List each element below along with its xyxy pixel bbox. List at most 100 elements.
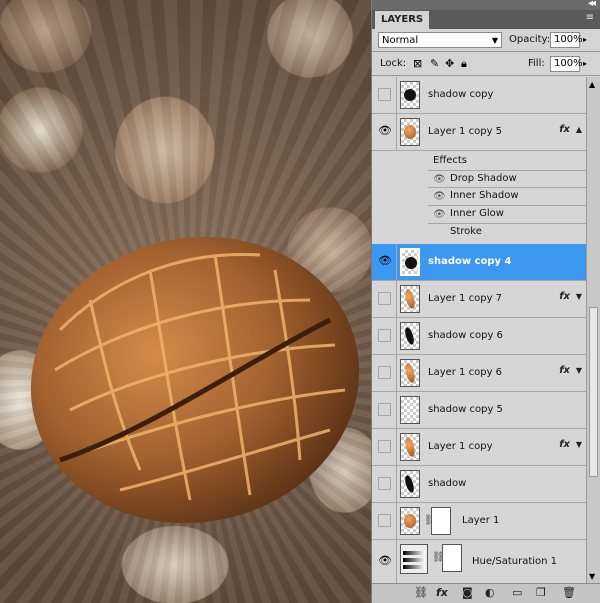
effect-row[interactable]: 👁︎ Drop Shadow [428, 170, 586, 188]
opacity-field[interactable]: 100% ▸ [550, 32, 587, 48]
visibility-toggle[interactable] [378, 292, 391, 305]
fx-icon[interactable]: fx [559, 439, 570, 450]
new-layer-icon[interactable]: ❐ [536, 586, 546, 599]
fill-label: Fill: [528, 58, 545, 69]
lock-position-icon[interactable]: ✥ [445, 57, 454, 70]
layer-row[interactable]: 👁︎ Layer 1 copy 5 fx ▲ [372, 114, 586, 151]
layer-name: Hue/Saturation 1 [472, 556, 558, 567]
layer-row[interactable]: shadow copy [372, 77, 586, 114]
divider [396, 503, 397, 539]
expand-effects-icon[interactable]: ▼ [576, 292, 582, 301]
layer-thumbnail [400, 470, 420, 498]
divider [396, 392, 397, 428]
effect-row[interactable]: Stroke [428, 224, 586, 242]
layer-thumbnail [400, 359, 420, 387]
link-layers-icon[interactable]: ⛓︎ [414, 586, 428, 599]
layer-row[interactable]: Layer 1 copy 7 fx ▼ [372, 281, 586, 318]
effects-header: Effects [433, 155, 467, 166]
divider [396, 429, 397, 465]
effect-row[interactable]: 👁︎ Inner Glow [428, 206, 586, 224]
eye-icon[interactable]: 👁︎ [433, 209, 446, 220]
eye-icon[interactable]: 👁︎ [433, 174, 446, 185]
layer-row[interactable]: Layer 1 copy 6 fx ▼ [372, 355, 586, 392]
visibility-toggle[interactable] [378, 477, 391, 490]
layer-row[interactable]: shadow copy 6 [372, 318, 586, 355]
layer-row[interactable]: ⛓︎ Layer 1 [372, 503, 586, 540]
eye-icon[interactable]: 👁︎ [378, 255, 392, 268]
fill-field[interactable]: 100% ▸ [550, 56, 587, 72]
visibility-toggle[interactable] [378, 329, 391, 342]
layer-thumbnail [400, 396, 420, 424]
layer-name: shadow copy 4 [428, 256, 512, 267]
fx-icon[interactable]: fx [559, 365, 570, 376]
collapse-icon[interactable]: ◂◂ [588, 0, 596, 9]
fx-icon[interactable]: fx [559, 291, 570, 302]
panel-menu-icon[interactable]: ≡ [586, 12, 594, 23]
visibility-toggle[interactable] [378, 403, 391, 416]
effect-name: Stroke [450, 226, 482, 237]
layer-thumbnail [400, 322, 420, 350]
collapse-effects-icon[interactable]: ▲ [576, 125, 582, 134]
chevron-right-icon[interactable]: ▸ [583, 33, 587, 47]
layer-row[interactable]: shadow [372, 466, 586, 503]
add-layer-style-icon[interactable]: fx [436, 586, 448, 599]
eye-icon[interactable]: 👁︎ [378, 125, 392, 138]
layer-row[interactable]: Layer 1 copy fx ▼ [372, 429, 586, 466]
chevron-right-icon[interactable]: ▸ [583, 57, 587, 71]
effects-group: Effects 👁︎ Drop Shadow 👁︎ Inner Shadow 👁… [372, 151, 586, 243]
layer-row[interactable]: shadow copy 5 [372, 392, 586, 429]
layer-thumbnail [400, 433, 420, 461]
eye-icon[interactable]: 👁︎ [433, 191, 446, 202]
lock-label: Lock: [380, 58, 407, 69]
add-mask-icon[interactable]: ◙ [462, 586, 473, 599]
opacity-value: 100% [554, 34, 583, 45]
scrollbar-thumb[interactable] [589, 307, 598, 477]
lock-paint-icon[interactable]: ✎ [430, 57, 439, 70]
panel-bottom-toolbar: ⛓︎ fx ◙ ◐ ▭ ❐ 🗑︎ [372, 583, 600, 603]
visibility-toggle[interactable] [378, 440, 391, 453]
layer-row[interactable]: 👁︎ ⛓︎ Hue/Saturation 1 [372, 540, 586, 584]
layer-name: Layer 1 copy [428, 441, 493, 452]
divider [372, 51, 600, 52]
eye-icon[interactable]: 👁︎ [378, 555, 392, 568]
expand-effects-icon[interactable]: ▼ [576, 440, 582, 449]
panel-title-bar[interactable]: ◂◂ [372, 0, 600, 10]
effect-row[interactable]: 👁︎ Inner Shadow [428, 188, 586, 206]
fx-icon[interactable]: fx [559, 124, 570, 135]
lock-all-icon[interactable]: 🔒︎ [461, 57, 467, 71]
visibility-toggle[interactable] [378, 514, 391, 527]
divider [372, 75, 600, 76]
layers-panel: ◂◂ LAYERS ≡ Normal ▼ Opacity: 100% ▸ Loc… [371, 0, 600, 603]
new-adjustment-layer-icon[interactable]: ◐ [485, 586, 495, 599]
layer-thumbnail [400, 285, 420, 313]
layer-thumbnail [400, 248, 420, 276]
trash-icon[interactable]: 🗑︎ [562, 586, 576, 599]
new-group-icon[interactable]: ▭ [512, 586, 522, 599]
layer-name: Layer 1 [462, 515, 500, 526]
layers-scrollbar[interactable]: ▲ ▼ [586, 77, 600, 584]
blend-mode-select[interactable]: Normal ▼ [378, 32, 502, 48]
tab-layers[interactable]: LAYERS [375, 11, 430, 29]
lock-transparent-icon[interactable]: ⊠ [413, 57, 422, 70]
layer-mask-thumbnail[interactable] [442, 544, 462, 572]
opacity-label: Opacity: [509, 34, 551, 45]
divider [396, 114, 397, 150]
visibility-toggle[interactable] [378, 366, 391, 379]
expand-effects-icon[interactable]: ▼ [576, 366, 582, 375]
layer-thumbnail [400, 118, 420, 146]
divider [396, 244, 397, 280]
layer-name: shadow copy [428, 89, 494, 100]
scroll-up-icon[interactable]: ▲ [589, 80, 595, 89]
document-canvas[interactable] [0, 0, 371, 603]
divider [396, 355, 397, 391]
chevron-down-icon: ▼ [491, 36, 498, 45]
divider [396, 540, 397, 584]
scroll-down-icon[interactable]: ▼ [589, 572, 595, 581]
effect-name: Drop Shadow [450, 173, 517, 184]
visibility-toggle[interactable] [378, 88, 391, 101]
layer-mask-thumbnail[interactable] [431, 507, 451, 535]
blend-mode-value: Normal [382, 35, 419, 46]
divider [396, 466, 397, 502]
fill-value: 100% [554, 58, 583, 69]
layer-row-selected[interactable]: 👁︎ shadow copy 4 [372, 244, 586, 281]
